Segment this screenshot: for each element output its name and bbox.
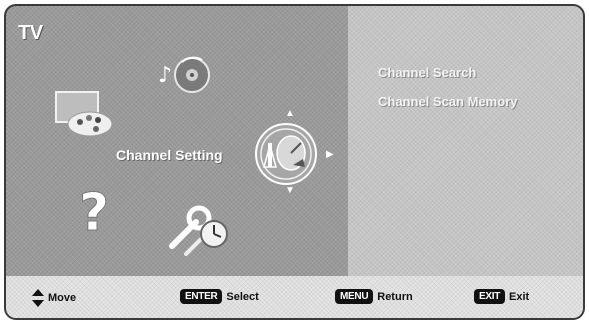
svg-text:?: ? bbox=[79, 183, 109, 238]
select-label: Select bbox=[226, 290, 259, 303]
submenu-item-channel-search[interactable]: Channel Search bbox=[378, 65, 476, 80]
down-arrow-icon: ▼ bbox=[285, 185, 295, 196]
exit-key-badge[interactable]: EXIT bbox=[474, 289, 506, 304]
up-arrow-icon: ▲ bbox=[285, 108, 295, 119]
exit-hint: EXIT Exit bbox=[474, 289, 529, 304]
up-down-arrow-icon bbox=[32, 289, 44, 307]
setup-timer-icon[interactable] bbox=[166, 200, 236, 258]
move-label: Move bbox=[48, 292, 77, 304]
right-arrow-icon: ▶ bbox=[326, 149, 334, 160]
submenu-item-channel-scan-memory[interactable]: Channel Scan Memory bbox=[378, 94, 517, 109]
menu-title: TV bbox=[18, 22, 43, 44]
select-hint: ENTER Select bbox=[180, 289, 259, 304]
help-icon[interactable]: ? bbox=[76, 178, 116, 244]
return-label: Return bbox=[377, 290, 413, 303]
enter-key-badge[interactable]: ENTER bbox=[180, 289, 223, 304]
menu-key-badge[interactable]: MENU bbox=[335, 289, 374, 304]
picture-icon[interactable] bbox=[52, 88, 116, 138]
channel-setting-icon[interactable] bbox=[253, 121, 319, 187]
submenu-panel: Channel Search Channel Scan Memory bbox=[348, 6, 583, 276]
tv-menu-window: TV ♪ Channel Setting ▲ ▼ ▶ ? Channel Sea… bbox=[4, 4, 585, 320]
svg-text:♪: ♪ bbox=[158, 63, 172, 88]
sound-icon[interactable]: ♪ bbox=[156, 52, 218, 98]
move-hint: Move bbox=[32, 289, 76, 307]
footer-hint-bar: Move ENTER Select MENU Return EXIT Exit bbox=[6, 276, 583, 318]
selected-menu-label: Channel Setting bbox=[116, 147, 223, 163]
return-hint: MENU Return bbox=[335, 289, 413, 304]
main-menu-panel: TV ♪ Channel Setting ▲ ▼ ▶ ? bbox=[6, 6, 348, 276]
exit-label: Exit bbox=[509, 290, 530, 303]
